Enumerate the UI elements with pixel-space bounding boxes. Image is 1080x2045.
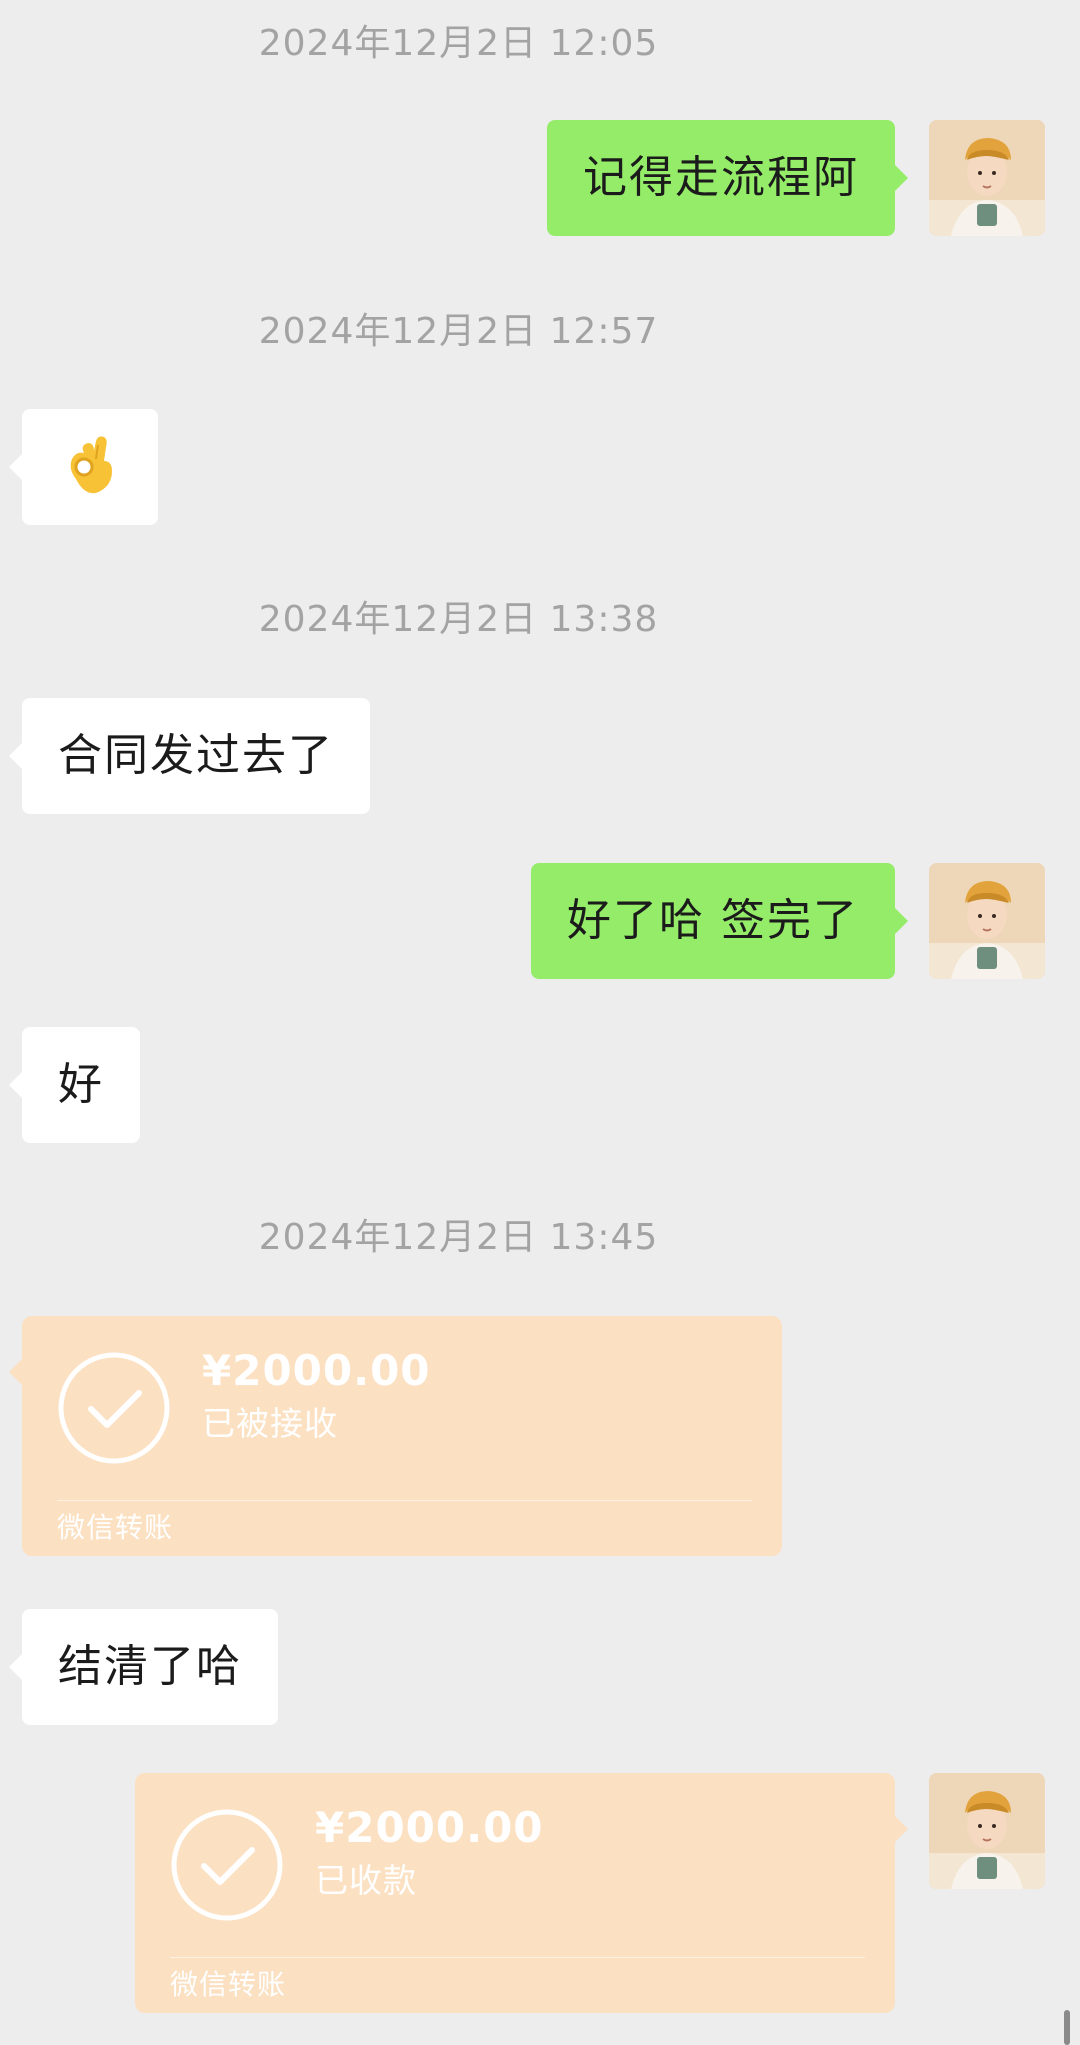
transfer-status: 已收款 (315, 1861, 417, 1900)
check-circle-icon (58, 1352, 170, 1464)
timestamp: 2024年12月2日 13:38 (258, 599, 659, 640)
message-bubble-outgoing[interactable]: 记得走流程阿 (547, 120, 908, 236)
transfer-amount: ¥2000.00 (202, 1346, 431, 1395)
timestamp: 2024年12月2日 13:45 (258, 1217, 659, 1258)
message-bubble-incoming[interactable]: 好 (9, 1027, 140, 1143)
message-bubble-incoming[interactable] (9, 409, 158, 525)
transfer-footer-label: 微信转账 (170, 1968, 287, 2001)
scrollbar[interactable] (1064, 2010, 1070, 2045)
message-bubble-incoming[interactable]: 结清了哈 (9, 1609, 278, 1725)
avatar-illustration-icon (929, 1773, 1045, 1889)
transfer-card-incoming[interactable]: ¥2000.00 已被接收 微信转账 (9, 1316, 782, 1556)
my-avatar[interactable] (929, 863, 1045, 979)
ok-hand-icon (70, 436, 112, 494)
transfer-card-outgoing[interactable]: ¥2000.00 已收款 微信转账 (135, 1773, 908, 2013)
my-avatar[interactable] (929, 1773, 1045, 1889)
message-bubble-outgoing[interactable]: 好了哈 签完了 (531, 863, 908, 979)
timestamp: 2024年12月2日 12:57 (258, 311, 659, 352)
transfer-amount: ¥2000.00 (315, 1803, 544, 1852)
transfer-status: 已被接收 (202, 1404, 338, 1443)
transfer-footer-label: 微信转账 (57, 1511, 174, 1544)
message-bubble-incoming[interactable]: 合同发过去了 (9, 698, 370, 814)
check-circle-icon (171, 1809, 283, 1921)
avatar-illustration-icon (929, 120, 1045, 236)
avatar-illustration-icon (929, 863, 1045, 979)
transfer-divider (170, 1957, 865, 1958)
transfer-divider (57, 1500, 752, 1501)
timestamp: 2024年12月2日 12:05 (258, 23, 659, 64)
my-avatar[interactable] (929, 120, 1045, 236)
